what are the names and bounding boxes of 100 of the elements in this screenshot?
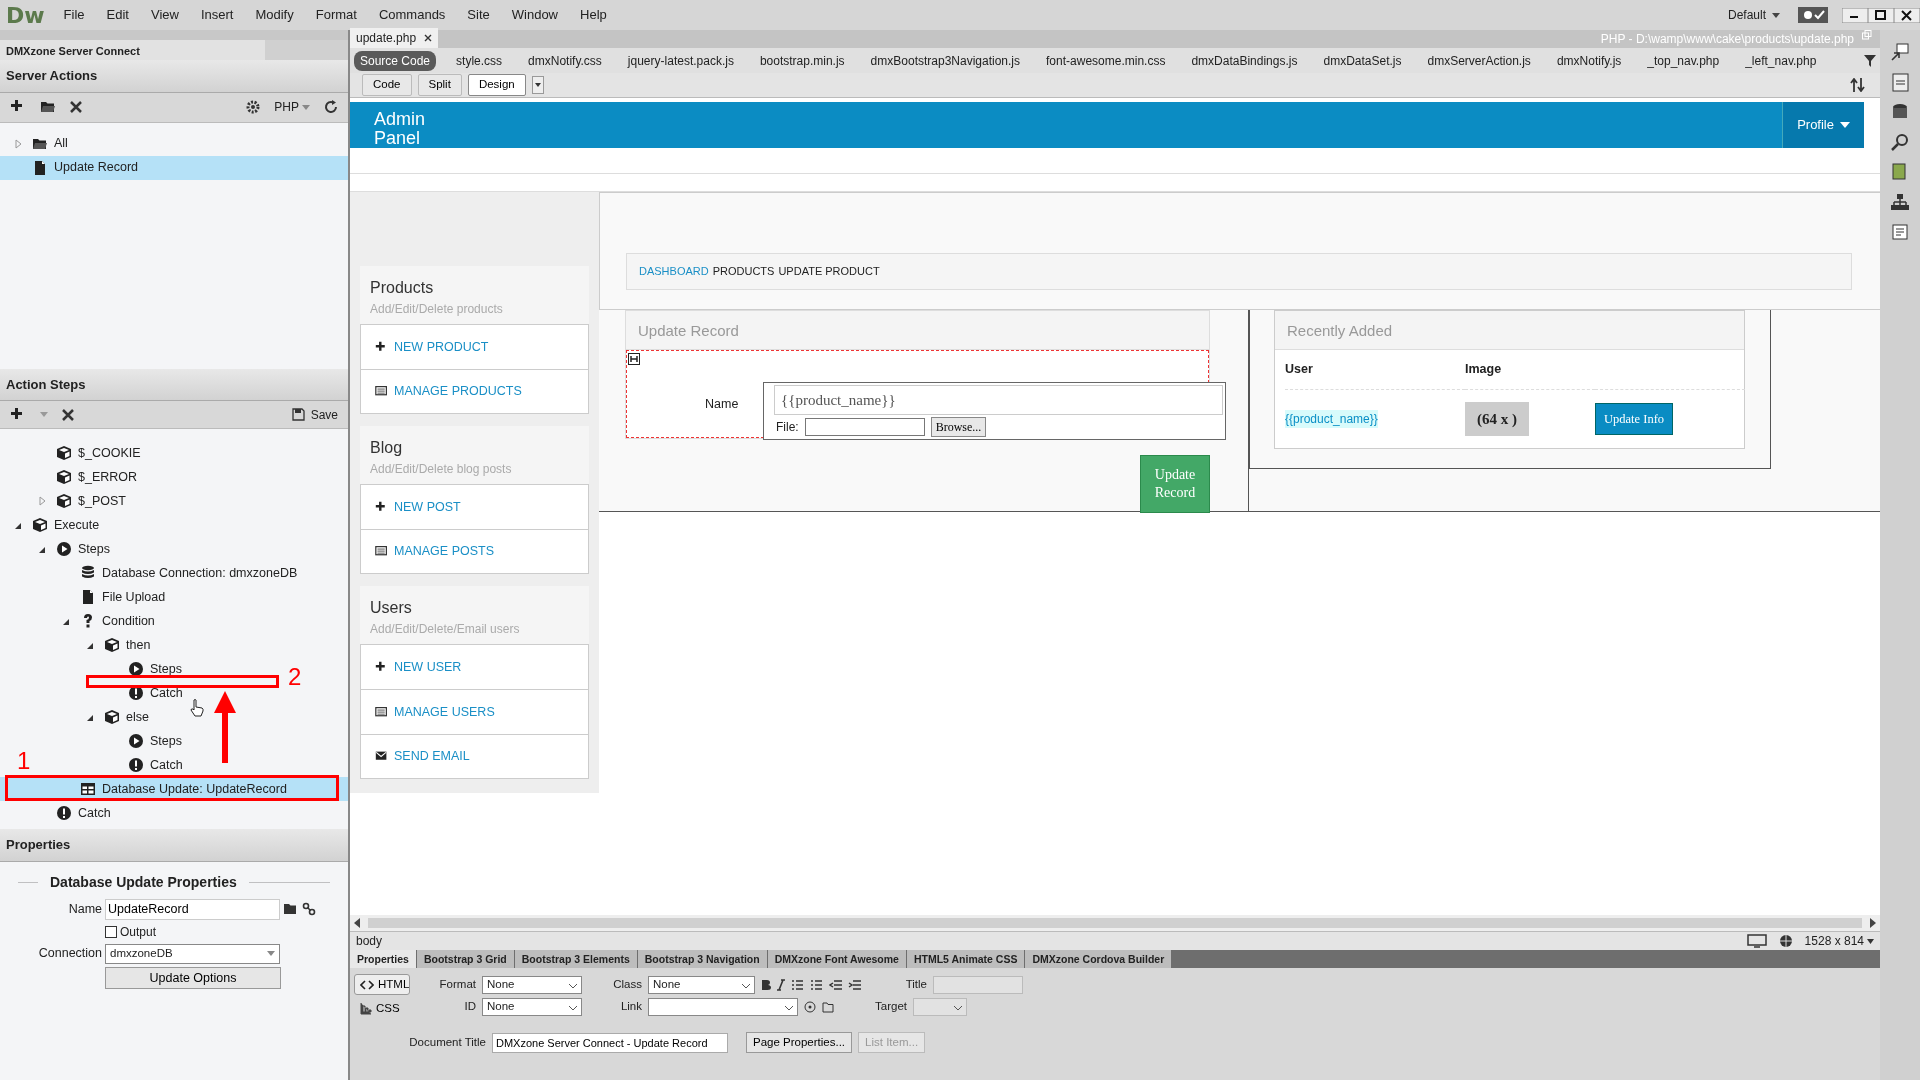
menu-item[interactable]: Site — [456, 5, 501, 25]
sidebar-link[interactable]: NEW POST — [360, 484, 589, 529]
sidebar-link[interactable]: MANAGE PRODUCTS — [360, 369, 589, 414]
browse-button[interactable]: Browse... — [930, 417, 987, 437]
tree-item[interactable]: Execute — [12, 513, 104, 537]
sidebar-link[interactable]: NEW PRODUCT — [360, 324, 589, 369]
tree-item[interactable]: Condition — [60, 609, 159, 633]
related-file-tab[interactable]: dmxServerAction.js — [1421, 50, 1537, 71]
tree-item-label[interactable]: File Upload — [102, 587, 166, 607]
tree-item-label[interactable]: $_COOKIE — [78, 443, 141, 463]
name-field[interactable]: {{product_name}} — [774, 385, 1223, 415]
update-options-button[interactable]: Update Options — [105, 966, 281, 990]
tree-item[interactable]: Update Record — [0, 155, 348, 180]
panel-tab[interactable]: Bootstrap 3 Elements — [514, 950, 637, 968]
close-icon[interactable] — [424, 34, 433, 42]
tab-label[interactable]: update.php — [356, 29, 417, 47]
profile-dropdown[interactable]: Profile — [1782, 102, 1864, 148]
related-file-tab[interactable]: style.css — [450, 50, 509, 71]
tree-item[interactable]: All — [12, 131, 72, 156]
tree-item[interactable]: then — [84, 633, 155, 657]
link-icon[interactable] — [302, 902, 316, 916]
related-file-tab[interactable]: jquery-latest.pack.js — [621, 50, 740, 71]
tree-item[interactable]: Steps — [108, 729, 186, 753]
scroll-left-icon[interactable] — [354, 918, 360, 928]
css-panel-icon[interactable] — [1890, 72, 1910, 92]
folder-icon[interactable] — [822, 1001, 834, 1013]
window-size-menu[interactable]: 1528 x 814 — [1804, 932, 1874, 950]
output-checkbox[interactable]: Output — [105, 922, 157, 941]
folder-icon[interactable] — [283, 902, 299, 916]
related-file-tab[interactable]: font-awesome.min.css — [1040, 50, 1172, 71]
scrollbar-thumb[interactable] — [368, 918, 1862, 928]
menu-item[interactable]: Window — [500, 5, 569, 25]
tree-item-label[interactable]: $_POST — [78, 491, 126, 511]
view-button[interactable]: Split — [417, 74, 462, 96]
tree-item-label[interactable]: then — [126, 635, 151, 655]
tree-item[interactable]: Catch — [108, 681, 187, 705]
tree-item[interactable]: File Upload — [60, 585, 170, 609]
workspace-switcher[interactable]: Default — [1727, 6, 1780, 24]
minimize-icon[interactable] — [1842, 7, 1868, 23]
select-field[interactable]: None — [482, 998, 582, 1016]
related-file-tab[interactable]: _top_nav.php — [1641, 50, 1726, 71]
target-icon[interactable] — [804, 1001, 816, 1013]
maximize-icon[interactable] — [1868, 7, 1894, 23]
sort-icon[interactable] — [1850, 78, 1868, 92]
tree-item-label[interactable]: Condition — [102, 611, 155, 631]
tree-item[interactable]: $_ERROR — [36, 465, 142, 489]
tree-item[interactable]: $_POST — [36, 489, 130, 513]
menu-item[interactable]: Edit — [95, 5, 140, 25]
title-field[interactable] — [933, 976, 1023, 994]
tree-item-label[interactable]: Catch — [150, 755, 183, 775]
delete-icon[interactable] — [62, 408, 74, 421]
tree-item[interactable]: Catch — [108, 753, 187, 777]
related-file-tab[interactable]: _left_nav.php — [1739, 50, 1823, 71]
menu-item[interactable]: Insert — [189, 5, 245, 25]
indent-icon[interactable] — [848, 979, 861, 991]
tree-item[interactable]: Catch — [36, 801, 115, 825]
name-field[interactable]: UpdateRecord — [105, 898, 280, 920]
checkbox-icon[interactable] — [105, 925, 117, 938]
panel-tab[interactable]: Properties — [350, 950, 416, 968]
mode-button[interactable]: HTML — [354, 974, 410, 996]
inspect-icon[interactable] — [1890, 132, 1910, 152]
bold-icon[interactable] — [761, 979, 771, 991]
menu-item[interactable]: Commands — [367, 5, 457, 25]
tree-item-label[interactable]: Database Update: UpdateRecord — [102, 779, 287, 799]
globe-icon[interactable] — [1778, 934, 1793, 948]
snippets-icon[interactable] — [1890, 222, 1910, 242]
tree-item-label[interactable]: Catch — [150, 683, 183, 703]
tree-item-label[interactable]: else — [126, 707, 149, 727]
sidebar-link[interactable]: SEND EMAIL — [360, 734, 589, 779]
view-button[interactable]: Design — [467, 74, 526, 96]
update-info-button[interactable]: Update Info — [1595, 402, 1674, 436]
insert-panel-icon[interactable] — [1890, 42, 1910, 62]
select-field[interactable] — [913, 998, 967, 1016]
tree-item[interactable]: $_COOKIE — [36, 441, 145, 465]
filter-icon[interactable] — [1864, 54, 1876, 67]
tree-item-label[interactable]: Catch — [78, 803, 111, 823]
panel-tab[interactable]: DMXzone Cordova Builder — [1025, 950, 1172, 968]
inspector-button[interactable]: Page Properties... — [746, 1031, 853, 1054]
delete-icon[interactable] — [70, 101, 82, 113]
tree-item-label[interactable]: All — [54, 134, 68, 153]
panel-grip-bar[interactable] — [0, 30, 348, 40]
document-tab[interactable]: update.php — [350, 28, 439, 48]
file-field[interactable] — [804, 418, 925, 436]
tag-selector[interactable]: body — [356, 932, 383, 950]
tree-item-label[interactable]: Update Record — [54, 158, 139, 177]
menu-item[interactable]: View — [139, 5, 190, 25]
related-file-tab[interactable]: bootstrap.min.js — [753, 50, 851, 71]
sync-settings-icon[interactable] — [1798, 7, 1828, 23]
connection-select[interactable]: dmxzoneDB — [105, 943, 280, 964]
close-icon[interactable] — [1894, 7, 1920, 23]
language-select[interactable]: PHP — [274, 98, 310, 116]
panel-tab[interactable]: DMXzone Font Awesome — [767, 950, 906, 968]
outdent-icon[interactable] — [829, 979, 842, 991]
panel-tab[interactable]: Bootstrap 3 Navigation — [637, 950, 767, 968]
italic-icon[interactable] — [777, 979, 785, 991]
tree-item-label[interactable]: Steps — [78, 539, 110, 559]
panel-tab[interactable]: Bootstrap 3 Grid — [416, 950, 514, 968]
related-file-tab[interactable]: dmxDataSet.js — [1317, 50, 1408, 71]
monitor-icon[interactable] — [1746, 934, 1767, 948]
select-field[interactable]: None — [482, 976, 582, 994]
